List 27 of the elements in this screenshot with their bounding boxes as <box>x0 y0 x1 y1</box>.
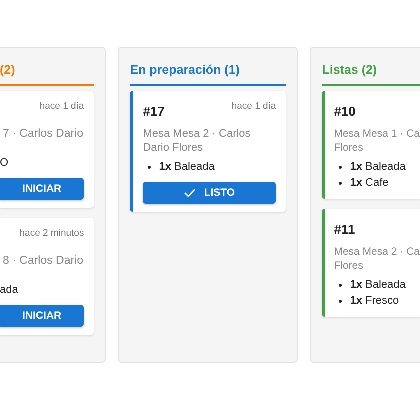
action-button[interactable]: INICIAR <box>0 305 84 327</box>
order-table: 7 · Carlos Dario <box>3 127 84 141</box>
column-title: (2) <box>0 63 16 77</box>
check-icon <box>184 188 196 198</box>
action-button[interactable]: INICIAR <box>0 178 84 200</box>
column-title: En preparación (1) <box>130 63 240 77</box>
order-number: #11 <box>334 222 356 237</box>
order-item: O <box>0 156 9 171</box>
order-table: Flores <box>334 259 420 273</box>
order-item: 1x Baleada <box>159 160 215 175</box>
order-time: hace 1 día <box>232 101 276 112</box>
order-item: 1x Cafe <box>350 176 389 191</box>
order-table: Mesa Mesa 2 · Ca <box>334 245 420 259</box>
order-time: hace 2 minutos <box>20 228 84 239</box>
order-number: #10 <box>334 104 356 119</box>
order-item: 1x Baleada <box>350 278 406 293</box>
action-button[interactable]: LISTO <box>143 182 276 204</box>
order-table: Mesa Mesa 2 · Carlos Dario Flores <box>143 127 276 155</box>
order-item: 1x Baleada <box>350 160 406 175</box>
column-title: Listas (2) <box>322 63 378 77</box>
order-table: Mesa Mesa 1 · Ca <box>334 127 420 141</box>
order-number: #17 <box>143 104 165 119</box>
order-item: 1x Fresco <box>350 294 400 309</box>
order-table: 8 · Carlos Dario <box>3 254 84 268</box>
order-time: hace 1 día <box>40 101 84 112</box>
order-item: ada <box>0 283 18 298</box>
order-table: Flores <box>334 141 420 155</box>
